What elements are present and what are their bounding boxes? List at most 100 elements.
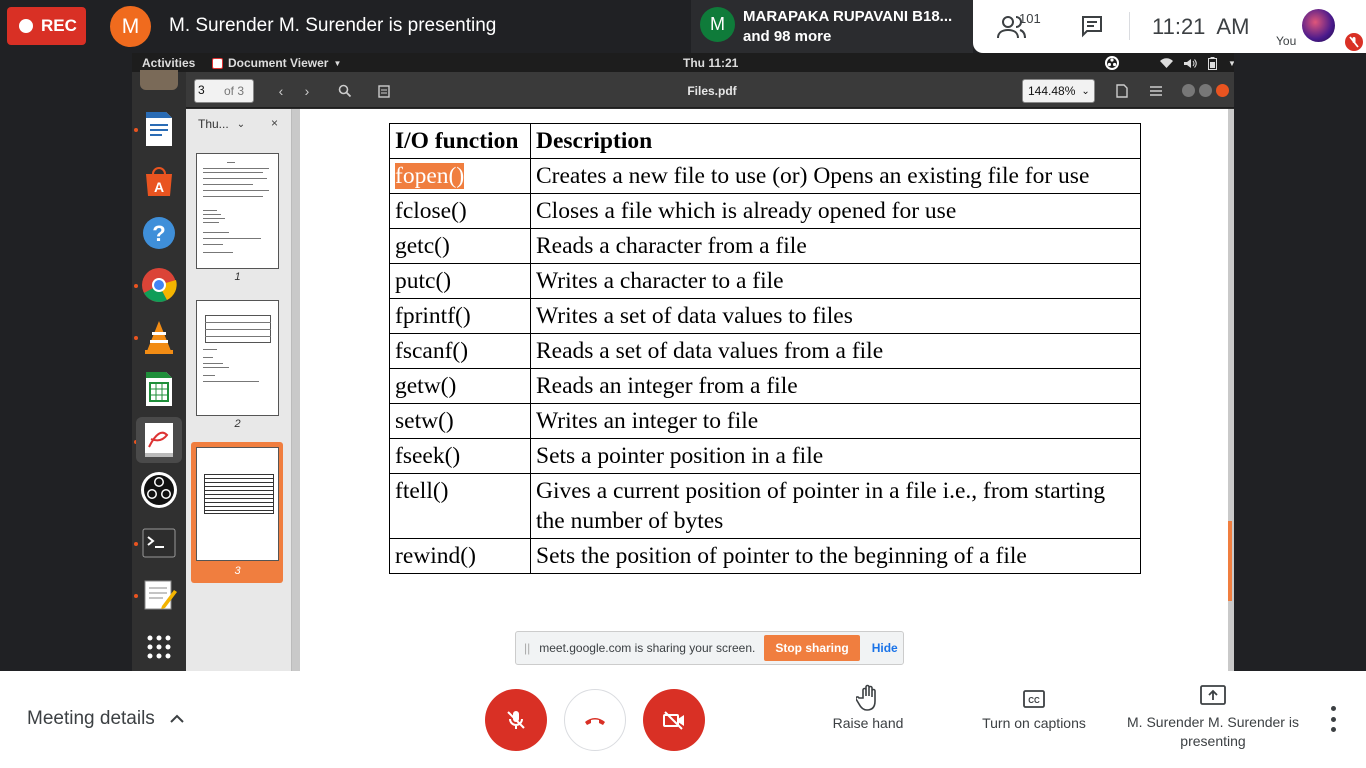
- software-center-icon[interactable]: A: [140, 162, 178, 200]
- description-cell: Sets a pointer position in a file: [530, 438, 1141, 474]
- page-thumbnail-1[interactable]: [196, 153, 279, 269]
- record-dot-icon: [19, 19, 33, 33]
- stop-sharing-button[interactable]: Stop sharing: [764, 635, 860, 661]
- table-row: fprintf() Writes a set of data values to…: [389, 298, 1141, 334]
- chevron-left-icon: ‹: [278, 83, 284, 99]
- page-thumbnail-2[interactable]: [196, 300, 279, 416]
- close-window-icon[interactable]: [1216, 84, 1229, 97]
- camera-toggle-button[interactable]: [643, 689, 705, 751]
- obs-icon[interactable]: [140, 471, 178, 509]
- thumbnail-label-2: 2: [234, 418, 241, 430]
- volume-icon: [1184, 58, 1197, 68]
- close-sidebar-icon[interactable]: ×: [271, 116, 278, 130]
- presenting-button[interactable]: M. Surender M. Surender is presenting: [1126, 684, 1300, 751]
- previous-page-button[interactable]: ‹: [267, 79, 295, 103]
- captions-button[interactable]: CC Turn on captions: [974, 684, 1094, 731]
- table-row: ftell() Gives a current position of poin…: [389, 473, 1141, 539]
- presenting-label: M. Surender M. Surender is presenting: [1127, 714, 1299, 749]
- table-row: getc() Reads a character from a file: [389, 228, 1141, 264]
- document-viewer-dock-icon[interactable]: [136, 417, 182, 463]
- zoom-value: 144.48%: [1028, 84, 1076, 98]
- selected-text[interactable]: fopen(): [395, 163, 465, 189]
- main-menu-button[interactable]: [1142, 79, 1170, 103]
- mic-off-icon: [507, 711, 525, 729]
- more-vert-icon: [1330, 706, 1336, 711]
- annotations-button[interactable]: [370, 79, 398, 103]
- drag-handle-icon[interactable]: ||: [524, 641, 530, 655]
- meet-clock: 11:21 AM: [1152, 14, 1250, 39]
- participant-more-count: and 98 more: [743, 28, 832, 45]
- chat-icon[interactable]: [1080, 14, 1104, 38]
- function-cell: fprintf(): [389, 298, 531, 334]
- hide-button[interactable]: Hide: [872, 641, 898, 655]
- dock-archive-icon[interactable]: [140, 70, 178, 90]
- caret-down-icon: ▼: [333, 58, 342, 68]
- function-cell: setw(): [389, 403, 531, 439]
- thumbnail-label-3: 3: [234, 565, 241, 577]
- gnome-clock[interactable]: Thu 11:21: [683, 56, 738, 70]
- mic-off-badge-icon: [1345, 33, 1363, 51]
- function-cell: getw(): [389, 368, 531, 404]
- page-thumbnail-3[interactable]: [196, 447, 279, 561]
- chevron-up-icon: [170, 714, 184, 723]
- svg-text:A: A: [154, 179, 164, 195]
- table-row: fopen() Creates a new file to use (or) O…: [389, 158, 1141, 194]
- function-cell: putc(): [389, 263, 531, 299]
- description-cell: Reads a character from a file: [530, 228, 1141, 264]
- closed-captions-icon: CC: [1023, 690, 1045, 708]
- description-cell: Sets the position of pointer to the begi…: [530, 538, 1141, 574]
- battery-icon: [1208, 56, 1217, 70]
- table-header-row: I/O function Description: [389, 123, 1141, 159]
- system-tray[interactable]: ▼: [1104, 55, 1234, 71]
- search-button[interactable]: [331, 79, 359, 103]
- camera-off-icon: [663, 711, 684, 730]
- function-cell: fscanf(): [389, 333, 531, 369]
- meeting-details-button[interactable]: Meeting details: [27, 708, 185, 730]
- text-editor-icon[interactable]: [140, 576, 178, 614]
- ubuntu-dock: A ?: [132, 70, 186, 671]
- sidebar-view-selector[interactable]: Thu... ⌄: [192, 113, 262, 135]
- show-applications-icon[interactable]: [140, 628, 178, 666]
- leave-call-button[interactable]: [564, 689, 626, 751]
- description-cell: Reads a set of data values from a file: [530, 333, 1141, 369]
- presenter-banner: M. Surender M. Surender is presenting: [169, 15, 497, 36]
- top-divider: [1129, 12, 1130, 40]
- next-page-button[interactable]: ›: [293, 79, 321, 103]
- participant-name: MARAPAKA RUPAVANI B18...: [743, 8, 953, 25]
- running-indicator: [134, 336, 138, 340]
- zoom-selector[interactable]: 144.48% ⌄: [1022, 79, 1095, 103]
- minimize-window-icon[interactable]: [1182, 84, 1195, 97]
- libreoffice-calc-icon[interactable]: [140, 370, 178, 408]
- more-vert-icon-dot: [1330, 716, 1336, 722]
- vertical-scrollbar[interactable]: [1228, 521, 1232, 601]
- maximize-window-icon[interactable]: [1199, 84, 1212, 97]
- function-cell: getc(): [389, 228, 531, 264]
- view-options-button[interactable]: [1108, 79, 1136, 103]
- more-options-button[interactable]: [1325, 706, 1341, 732]
- table-row: putc() Writes a character to a file: [389, 263, 1141, 299]
- activities-button[interactable]: Activities: [142, 56, 195, 70]
- recording-badge[interactable]: REC: [7, 7, 86, 45]
- table-row: fseek() Sets a pointer position in a fil…: [389, 438, 1141, 474]
- page-number-value[interactable]: 3: [198, 83, 205, 97]
- raise-hand-label: Raise hand: [832, 715, 904, 731]
- vlc-icon[interactable]: [140, 318, 178, 356]
- running-indicator: [134, 128, 138, 132]
- chrome-icon[interactable]: [140, 266, 178, 304]
- libreoffice-writer-icon[interactable]: [140, 110, 178, 148]
- sidebar-view-label: Thu...: [198, 117, 229, 131]
- app-menu[interactable]: Document Viewer ▼: [212, 56, 341, 70]
- terminal-icon[interactable]: [140, 524, 178, 562]
- raise-hand-button[interactable]: Raise hand: [828, 684, 908, 731]
- help-icon[interactable]: ?: [140, 214, 178, 252]
- description-cell: Creates a new file to use (or) Opens an …: [530, 158, 1141, 194]
- table-row: fclose() Closes a file which is already …: [389, 193, 1141, 229]
- microphone-toggle-button[interactable]: [485, 689, 547, 751]
- table-row: getw() Reads an integer from a file: [389, 368, 1141, 404]
- document-title: Files.pdf: [687, 84, 737, 98]
- people-count: 101: [1019, 11, 1041, 26]
- description-cell: Closes a file which is already opened fo…: [530, 193, 1141, 229]
- shared-screen: Activities Document Viewer ▼ Thu 11:21 ▼…: [132, 53, 1234, 671]
- clipboard-icon: [378, 85, 390, 98]
- gnome-top-bar: Activities Document Viewer ▼ Thu 11:21 ▼: [132, 53, 1234, 72]
